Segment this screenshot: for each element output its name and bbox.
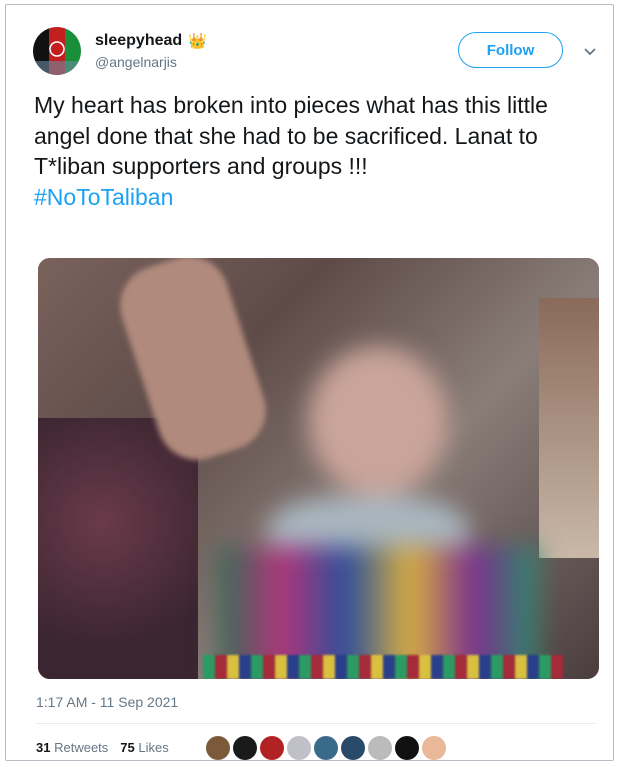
retweets-stat[interactable]: 31 Retweets [36, 740, 108, 755]
tweet-text: My heart has broken into pieces what has… [34, 90, 604, 212]
follow-button[interactable]: Follow [458, 32, 563, 68]
chevron-down-icon[interactable] [580, 41, 600, 61]
liker-avatar[interactable] [287, 736, 311, 760]
avatar[interactable] [33, 27, 81, 75]
liker-avatar[interactable] [368, 736, 392, 760]
likes-stat[interactable]: 75 Likes [120, 740, 168, 755]
liker-avatar[interactable] [341, 736, 365, 760]
liker-avatar[interactable] [314, 736, 338, 760]
tweet-timestamp[interactable]: 1:17 AM - 11 Sep 2021 [36, 694, 178, 710]
tweet-body: My heart has broken into pieces what has… [34, 92, 548, 179]
tweet-card: sleepyhead 👑 @angelnarjis Follow My hear… [5, 4, 614, 761]
hashtag-link[interactable]: #NoToTaliban [34, 182, 604, 213]
divider [36, 723, 597, 724]
liker-avatar[interactable] [260, 736, 284, 760]
likers-avatars [206, 736, 446, 760]
tweet-image[interactable] [38, 258, 599, 679]
liker-avatar[interactable] [395, 736, 419, 760]
afghanistan-flag-icon [33, 27, 81, 75]
liker-avatar[interactable] [233, 736, 257, 760]
crown-icon: 👑 [188, 33, 207, 50]
user-name-row: sleepyhead 👑 [95, 32, 207, 50]
user-handle[interactable]: @angelnarjis [95, 54, 177, 70]
engagement-stats: 31 Retweets 75 Likes [36, 740, 169, 755]
liker-avatar[interactable] [422, 736, 446, 760]
display-name[interactable]: sleepyhead [95, 32, 182, 50]
liker-avatar[interactable] [206, 736, 230, 760]
